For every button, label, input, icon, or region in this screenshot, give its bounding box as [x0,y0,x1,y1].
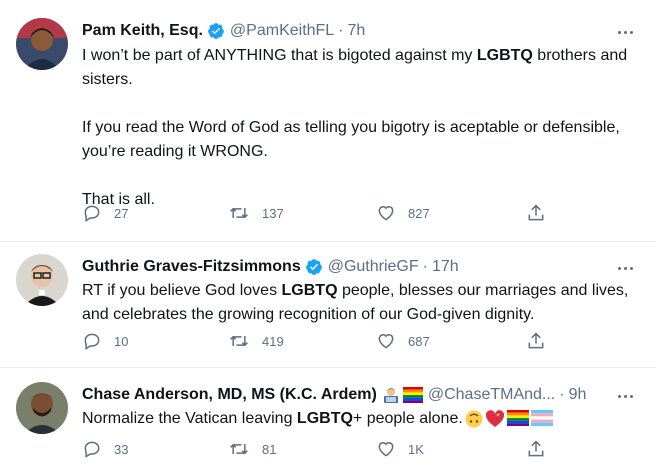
like-count: 827 [408,205,430,221]
reply-button[interactable]: 33 [82,439,128,459]
timeline-feed: Pam Keith, Esq. @PamKeithFL · 7h I won’t… [0,0,656,472]
author-name[interactable]: Guthrie Graves-Fitzsimmons [82,258,301,276]
avatar[interactable] [16,254,68,306]
like-button[interactable]: 827 [376,203,430,223]
reply-button[interactable]: 10 [82,331,128,351]
tweet[interactable]: Chase Anderson, MD, MS (K.C. Ardem) @Cha… [0,367,656,472]
tweet-actions: 10 419 687 [82,331,562,355]
reply-icon [84,205,100,222]
verified-badge-icon [305,258,323,276]
more-options-icon[interactable] [612,258,638,278]
like-count: 1K [408,441,424,457]
tweet[interactable]: Pam Keith, Esq. @PamKeithFL · 7h I won’t… [0,0,656,242]
author-handle[interactable]: @GuthrieGF [328,258,419,276]
like-count: 687 [408,333,430,349]
rainbow-flag-emoji [402,387,423,403]
retweet-icon [230,335,248,347]
share-button[interactable] [526,203,546,223]
verified-badge-icon [207,22,225,40]
separator-dot: · [559,386,565,403]
hashtag-text: LGBTQ [476,47,533,64]
author-handle[interactable]: @PamKeithFL [230,22,334,40]
heart-icon [378,334,394,349]
tweet-timestamp[interactable]: 9h [569,386,587,404]
name-emojis [382,386,423,404]
retweet-icon [230,207,248,219]
retweet-icon [230,443,248,455]
heart-icon [378,206,394,221]
tweet-text: I won’t be part of ANYTHING that is bigo… [82,47,628,208]
transgender-flag-emoji [530,409,553,426]
more-options-icon[interactable] [612,22,638,42]
author-name[interactable]: Chase Anderson, MD, MS (K.C. Ardem) [82,386,377,404]
upside-down-face-emoji [465,410,483,428]
author-name[interactable]: Pam Keith, Esq. [82,22,203,40]
retweet-button[interactable]: 137 [228,203,284,223]
man-technologist-emoji [383,388,398,403]
reply-count: 33 [114,441,129,457]
share-icon [528,204,544,221]
reply-icon [84,333,100,350]
separator-dot: · [422,258,428,275]
share-button[interactable] [526,439,546,459]
hashtag-text: LGBTQ [296,410,353,427]
retweet-count: 137 [262,205,284,221]
tweet-timestamp[interactable]: 7h [348,22,366,40]
tweet-text: Normalize the Vatican leaving LGBTQ+ peo… [82,407,636,431]
reply-count: 27 [114,205,129,221]
tweet-timestamp[interactable]: 17h [432,258,459,276]
tweet-text: RT if you believe God loves LGBTQ people… [82,282,629,323]
tweet[interactable]: Guthrie Graves-Fitzsimmons @GuthrieGF · … [0,241,656,368]
avatar[interactable] [16,382,68,434]
reply-count: 10 [114,333,129,349]
retweet-count: 81 [262,441,277,457]
share-icon [528,332,544,349]
avatar[interactable] [16,18,68,70]
retweet-count: 419 [262,333,284,349]
retweet-button[interactable]: 81 [228,439,276,459]
tweet-actions: 27 137 827 [82,203,562,227]
author-handle[interactable]: @ChaseTMAnd... [428,386,555,404]
separator-dot: · [338,22,344,39]
like-button[interactable]: 1K [376,439,424,459]
more-options-icon[interactable] [612,386,638,406]
share-icon [528,440,544,457]
hashtag-text: LGBTQ [281,282,338,299]
retweet-button[interactable]: 419 [228,331,284,351]
reply-icon [84,441,100,458]
reply-button[interactable]: 27 [82,203,128,223]
heart-icon [378,442,394,457]
share-button[interactable] [526,331,546,351]
text-emojis [465,409,553,428]
like-button[interactable]: 687 [376,331,430,351]
tweet-actions: 33 81 1K [82,439,562,463]
sparkling-heart-emoji [485,409,504,427]
rainbow-flag-emoji [506,409,529,426]
